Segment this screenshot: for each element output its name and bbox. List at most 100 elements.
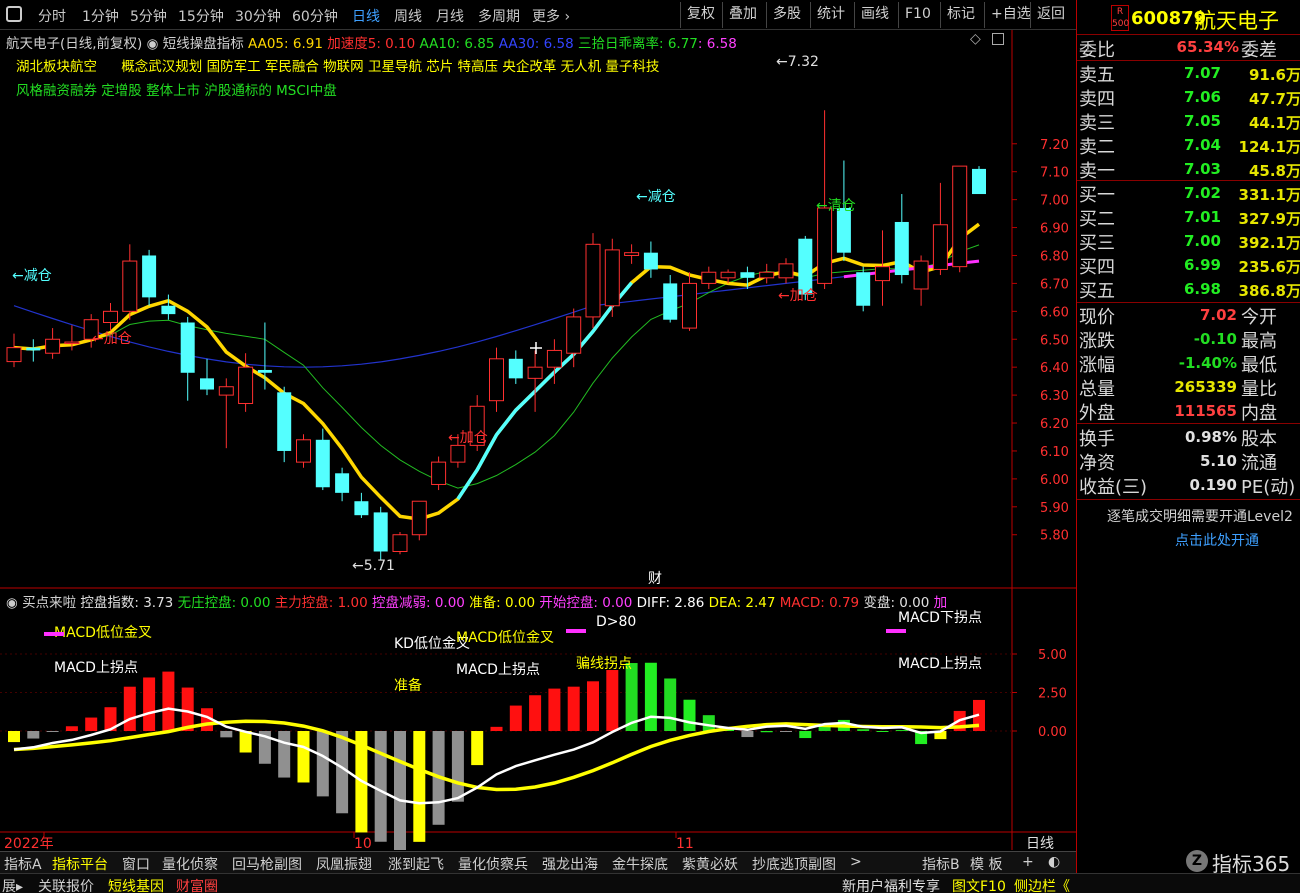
tab-indicator-platform-active[interactable]: 指标平台: [52, 854, 108, 874]
period-tab[interactable]: 多周期: [478, 6, 520, 26]
row-label: 买五: [1079, 281, 1115, 302]
period-tab-active[interactable]: 日线: [352, 6, 380, 26]
indicator-tab[interactable]: 窗口: [122, 854, 150, 874]
indicator-tab[interactable]: 紫黄必妖: [682, 854, 738, 874]
weibi-value: 65.34%: [1176, 38, 1239, 56]
indicator-tab[interactable]: 涨到起飞: [388, 854, 444, 874]
overlay-button[interactable]: 叠加: [722, 2, 763, 28]
row-price: 7.04: [1183, 136, 1221, 154]
period-tab[interactable]: 1分钟: [82, 6, 119, 26]
stat-label: 涨跌: [1079, 331, 1115, 352]
f10-button[interactable]: F10: [898, 2, 937, 28]
bid-row[interactable]: 买四 6.99 235.6万: [1077, 253, 1300, 278]
aa30-value: AA30: 6.58: [498, 36, 574, 52]
short-gene-link[interactable]: 短线基因: [108, 876, 164, 893]
row-price: 7.05: [1183, 112, 1221, 130]
draw-line-button[interactable]: 画线: [854, 2, 895, 28]
expand-button[interactable]: 展▸: [2, 876, 23, 893]
macd-bar: [316, 731, 329, 797]
fuquan-button[interactable]: 复权: [680, 2, 721, 28]
signal-marker: [566, 629, 586, 633]
stat-label-2: 内盘: [1241, 403, 1277, 424]
quote-stat-row: 外盘 111565 内盘: [1077, 399, 1300, 424]
price-tick-label: 7.20: [1040, 138, 1069, 153]
bid-row[interactable]: 买五 6.98 386.8万: [1077, 277, 1300, 302]
indicator-name[interactable]: 短线操盘指标: [163, 36, 244, 52]
price-tick-label: 6.90: [1040, 222, 1069, 237]
divider: [1077, 34, 1300, 35]
period-tab[interactable]: 15分钟: [178, 6, 224, 26]
period-tab[interactable]: 30分钟: [235, 6, 281, 26]
indicator-tab[interactable]: +: [1022, 854, 1034, 870]
new-user-link[interactable]: 新用户福利专享: [842, 876, 940, 893]
sidebar-toggle[interactable]: 侧边栏《: [1014, 876, 1070, 893]
bid-row[interactable]: 买二 7.01 327.9万: [1077, 205, 1300, 230]
period-tab[interactable]: 5分钟: [130, 6, 167, 26]
bid-row[interactable]: 买一 7.02 331.1万: [1077, 181, 1300, 206]
indicator-dropdown-icon[interactable]: ◉: [147, 36, 163, 52]
wealth-circle-link[interactable]: 财富圈: [176, 876, 218, 893]
macd-bar: [509, 705, 522, 731]
period-tab[interactable]: 月线: [436, 6, 464, 26]
macd-bar: [702, 715, 715, 731]
indicator-tab[interactable]: 模 板: [970, 854, 1002, 874]
related-quote-link[interactable]: 关联报价: [38, 876, 94, 893]
macd-bar: [220, 731, 233, 738]
back-button[interactable]: 返回: [1030, 2, 1071, 28]
jia-value: 加: [933, 595, 948, 611]
stat-value: 111565: [1174, 402, 1237, 420]
ask-row[interactable]: 卖二 7.04 124.1万: [1077, 133, 1300, 158]
period-tab[interactable]: 60分钟: [292, 6, 338, 26]
candle-body-down: [740, 272, 755, 278]
indicator-tab[interactable]: ◐: [1048, 854, 1060, 870]
ask-row[interactable]: 卖四 7.06 47.7万: [1077, 85, 1300, 110]
ask-row[interactable]: 卖一 7.03 45.8万: [1077, 157, 1300, 182]
macd-bar: [239, 731, 252, 753]
ask-row[interactable]: 卖五 7.07 91.6万: [1077, 61, 1300, 86]
indicator-tab[interactable]: 抄底逃顶副图: [752, 854, 836, 874]
x-axis-period-label: 日线: [1026, 836, 1054, 850]
candle-body-up: [238, 366, 254, 404]
x-label: 2022年: [4, 836, 54, 850]
candle-body-down: [836, 208, 851, 253]
level2-link[interactable]: 点击此处开通: [1175, 530, 1259, 550]
macd-bar: [780, 731, 792, 732]
indicator-tab[interactable]: 回马枪副图: [232, 854, 302, 874]
indicator-tab[interactable]: 量化侦察: [162, 854, 218, 874]
more-dropdown[interactable]: 更多 ›: [532, 6, 570, 26]
period-tab[interactable]: 周线: [394, 6, 422, 26]
multi-stock-button[interactable]: 多股: [766, 2, 807, 28]
indicator-tab[interactable]: >: [850, 854, 862, 870]
diamond-icon[interactable]: ◇: [970, 31, 981, 47]
chart-area[interactable]: 7.20 7.10 7.00 6.90 6.80 6.70 6.60 6.50 6.40 6.30…: [0, 30, 1076, 850]
indicator-tab[interactable]: 指标A: [4, 854, 42, 874]
toolbar-gear-icon[interactable]: [6, 6, 22, 22]
price-tick-label: 6.80: [1040, 249, 1069, 264]
indicator-tab[interactable]: 凤凰振翅: [316, 854, 372, 874]
indicator-tab[interactable]: 量化侦察兵: [458, 854, 528, 874]
period-tab[interactable]: 分时: [38, 6, 66, 26]
indicator-tab[interactable]: 强龙出海: [542, 854, 598, 874]
macd-bar: [394, 731, 406, 850]
indicator-tab[interactable]: 指标B: [922, 854, 960, 874]
candle-body-down: [26, 347, 41, 351]
zhunbei-value: 准备: 0.00: [469, 595, 536, 611]
stats-button[interactable]: 统计: [810, 2, 851, 28]
indicator-tab[interactable]: 金牛探底: [612, 854, 668, 874]
signal-label: 骗线拐点: [576, 656, 632, 672]
sub-indicator-name[interactable]: 买点来啦: [22, 595, 76, 611]
f10-link[interactable]: 图文F10: [952, 876, 1006, 893]
candle-body-down: [180, 322, 195, 373]
crosshair-cursor: [530, 342, 542, 354]
row-volume: 47.7万: [1248, 90, 1300, 108]
row-volume: 44.1万: [1248, 114, 1300, 132]
macd-value: MACD: 0.79: [779, 595, 860, 611]
ask-row[interactable]: 卖三 7.05 44.1万: [1077, 109, 1300, 134]
bid-row[interactable]: 买三 7.00 392.1万: [1077, 229, 1300, 254]
row-price: 7.06: [1183, 88, 1221, 106]
add-watchlist-button[interactable]: +自选: [984, 2, 1037, 28]
sub-indicator-icon[interactable]: ◉: [6, 595, 22, 611]
expand-icon[interactable]: [992, 33, 1004, 45]
candle-body-up: [682, 282, 697, 329]
mark-button[interactable]: 标记: [940, 2, 981, 28]
